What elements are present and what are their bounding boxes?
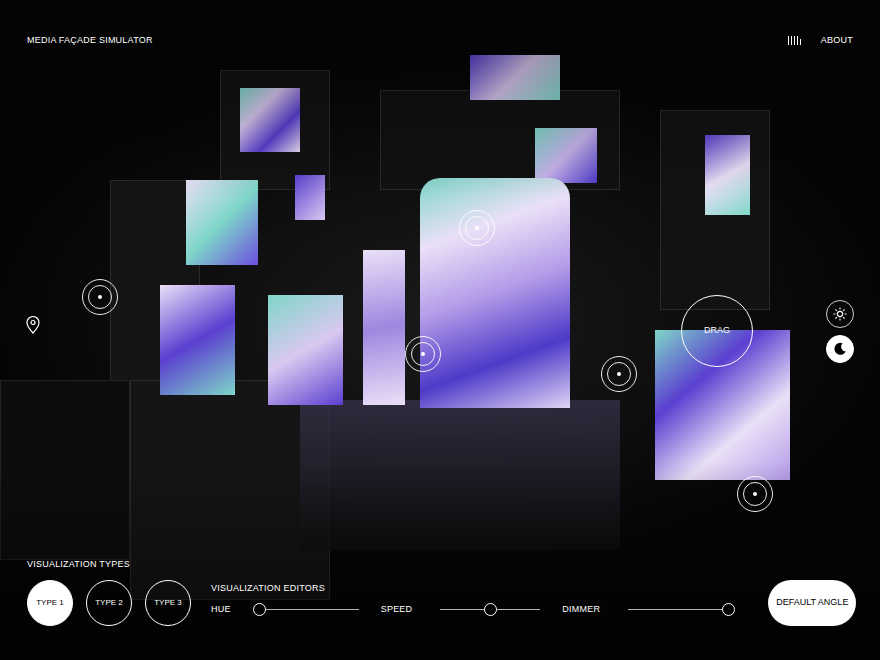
control-bar: VISUALIZATION TYPESTYPE 1TYPE 2TYPE 3VIS…: [27, 558, 853, 626]
visualization-types: VISUALIZATION TYPES TYPE 1 TYPE 2 TYPE 3: [27, 558, 191, 626]
hotspot-ring: [411, 342, 435, 366]
city-scene[interactable]: [0, 0, 880, 660]
type-button[interactable]: TYPE 1: [27, 580, 73, 626]
hotspot[interactable]: [405, 336, 441, 372]
about-link[interactable]: ABOUT: [821, 34, 853, 48]
hotspot-dot: [475, 226, 479, 230]
default-angle-button[interactable]: DEFAULT ANGLE: [768, 580, 856, 626]
slider-track[interactable]: [440, 609, 540, 610]
default-angle-label: DEFAULT ANGLE: [776, 596, 848, 610]
drag-label: DRAG: [704, 324, 730, 338]
section-label: VISUALIZATION TYPES: [27, 558, 191, 572]
type-label: TYPE 2: [95, 597, 123, 609]
type-button[interactable]: TYPE 2: [86, 580, 132, 626]
hotspot[interactable]: [601, 356, 637, 392]
app-title: MEDIA FAÇADE SIMULATOR: [27, 34, 153, 48]
type-buttons: TYPE 1 TYPE 2 TYPE 3: [27, 580, 191, 626]
hotspot-ring: [743, 482, 767, 506]
slider-label: DIMMER: [562, 603, 600, 617]
light-mode-button[interactable]: [826, 300, 854, 328]
hotspot-dot: [617, 372, 621, 376]
header-actions: ABOUT: [788, 34, 853, 48]
type-label: TYPE 3: [154, 597, 182, 609]
sun-icon: [833, 307, 847, 321]
hotspot[interactable]: [82, 279, 118, 315]
slider: HUE: [211, 603, 359, 617]
type-button[interactable]: TYPE 3: [145, 580, 191, 626]
hotspot-dot: [421, 352, 425, 356]
hotspot-ring: [607, 362, 631, 386]
slider: SPEED: [381, 603, 541, 617]
dark-mode-button[interactable]: [826, 335, 854, 363]
drag-handle[interactable]: DRAG: [681, 295, 753, 367]
type-label: TYPE 1: [36, 597, 64, 609]
slider-track[interactable]: [259, 609, 359, 610]
slider-knob[interactable]: [484, 603, 497, 616]
header: MEDIA FAÇADE SIMULATOR ABOUT: [27, 34, 853, 48]
simulator: MEDIA FAÇADE SIMULATOR ABOUT DRAG VISUALIZA…: [0, 0, 880, 660]
hotspot-dot: [753, 492, 757, 496]
map-pin-icon[interactable]: [26, 316, 40, 334]
moon-icon: [833, 342, 847, 356]
hotspot[interactable]: [737, 476, 773, 512]
slider-track[interactable]: [628, 609, 728, 610]
sound-icon[interactable]: [788, 36, 801, 45]
visualization-editors: VISUALIZATION EDITORS HUE SPEED DIMMER: [211, 582, 728, 626]
slider-knob[interactable]: [253, 603, 266, 616]
hotspot[interactable]: [459, 210, 495, 246]
slider: DIMMER: [562, 603, 728, 617]
hotspot-ring: [465, 216, 489, 240]
slider-knob[interactable]: [722, 603, 735, 616]
slider-label: SPEED: [381, 603, 413, 617]
theme-toggle: [826, 300, 854, 363]
slider-row: HUE SPEED DIMMER: [211, 603, 728, 617]
hotspot-ring: [88, 285, 112, 309]
hotspot-dot: [98, 295, 102, 299]
slider-label: HUE: [211, 603, 231, 617]
section-label: VISUALIZATION EDITORS: [211, 582, 728, 596]
